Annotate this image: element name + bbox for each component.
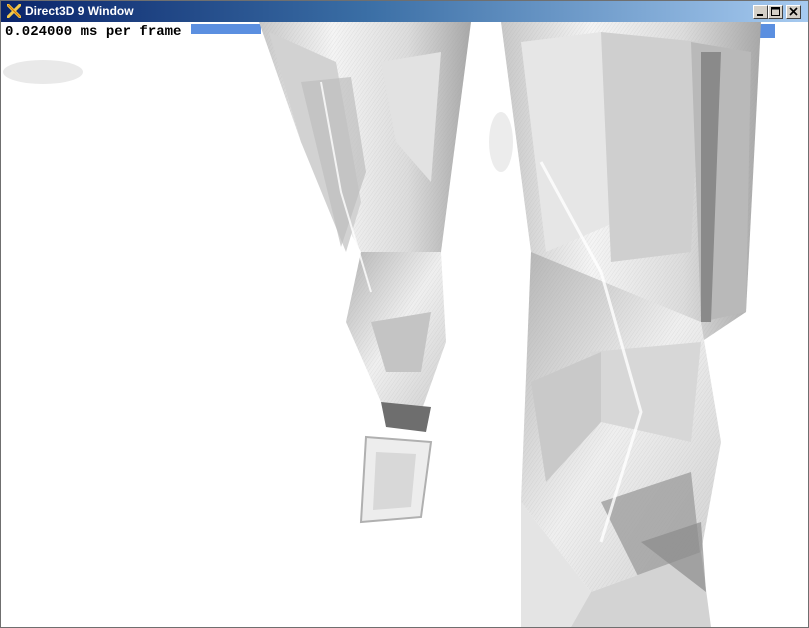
render-viewport[interactable]: 0.024000 ms per frame [1,22,808,627]
direct3d-window: Direct3D 9 Window 0.024000 ms per frame [0,0,809,628]
maximize-icon [771,7,780,16]
directx-app-icon[interactable] [6,3,22,19]
background-object-center [489,112,513,172]
right-leg-mesh [501,22,761,627]
minimize-icon [757,14,763,16]
sky-strip-left [191,24,261,34]
frame-time-readout: 0.024000 ms per frame [5,24,182,40]
rendered-3d-scene [3,22,775,627]
background-object-left [3,60,83,84]
close-icon [789,7,798,16]
close-button[interactable] [786,5,801,19]
minimize-button[interactable] [753,5,768,19]
window-title: Direct3D 9 Window [25,4,134,18]
maximize-button[interactable] [768,5,783,19]
title-bar[interactable]: Direct3D 9 Window [1,1,808,22]
